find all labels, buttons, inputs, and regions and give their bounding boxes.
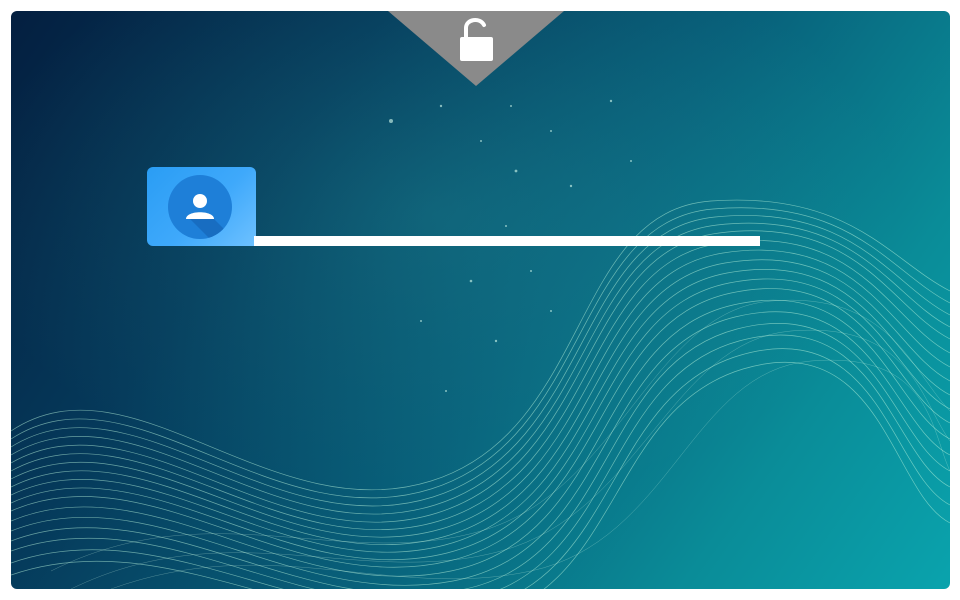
unlock-button[interactable] xyxy=(388,11,564,86)
username-input[interactable] xyxy=(254,236,760,246)
wave-background xyxy=(11,11,950,589)
lock-screen xyxy=(11,11,950,589)
user-login-card xyxy=(147,167,256,246)
user-avatar[interactable] xyxy=(162,172,232,242)
